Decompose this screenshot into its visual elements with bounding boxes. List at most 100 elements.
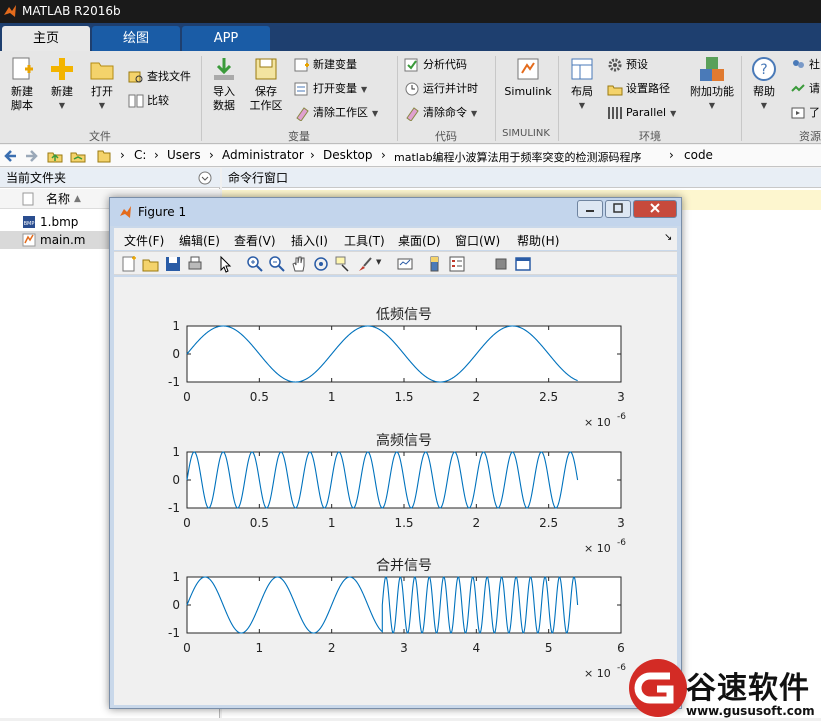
y-tick-label: 0 (172, 347, 180, 361)
matlab-logo-icon (4, 5, 16, 17)
rotate-3d-icon[interactable] (312, 255, 330, 273)
open-variable-label: 打开变量 (313, 82, 357, 95)
simulink-button[interactable]: Simulink (500, 55, 556, 99)
new-variable-button[interactable]: 新建变量 (294, 55, 357, 75)
open-variable-button[interactable]: 打开变量 ▼ (294, 79, 367, 99)
run-and-time-button[interactable]: 运行并计时 (404, 79, 478, 99)
compare-button[interactable]: 比较 (128, 91, 169, 111)
find-files-button[interactable]: 查找文件 (128, 67, 191, 87)
brush-icon[interactable] (356, 255, 374, 273)
layout-button[interactable]: 布局 ▼ (562, 55, 602, 113)
add-ons-button[interactable]: 附加功能 ▼ (686, 55, 738, 113)
new-script-button[interactable]: 新建 脚本 (2, 55, 42, 113)
x-exponent-power: -6 (617, 412, 626, 422)
menu-file[interactable]: 文件(F) (124, 232, 164, 249)
plot-title: 低频信号 (376, 307, 432, 323)
back-arrow-icon[interactable] (4, 149, 18, 163)
menu-view[interactable]: 查看(V) (234, 232, 276, 249)
breadcrumb-separator: › (310, 148, 315, 162)
menu-edit[interactable]: 编辑(E) (179, 232, 220, 249)
minimize-button[interactable] (577, 200, 603, 218)
print-icon[interactable] (186, 255, 204, 273)
y-tick-label: 0 (172, 598, 180, 612)
tab-home[interactable]: 主页 (2, 26, 90, 51)
show-plot-tools-icon[interactable] (514, 255, 532, 273)
analyze-code-button[interactable]: 分析代码 (404, 55, 467, 75)
breadcrumb-drive[interactable]: C: (134, 148, 146, 162)
name-column-label: 名称 (46, 192, 71, 206)
x-tick-label: 0 (183, 516, 191, 530)
breadcrumb-desktop[interactable]: Desktop (323, 148, 373, 162)
request-support-button[interactable]: 请 (790, 79, 820, 99)
plus-icon (51, 58, 73, 80)
help-icon: ? (752, 57, 776, 81)
y-tick-label: 1 (172, 319, 180, 333)
set-path-button[interactable]: 设置路径 (607, 79, 670, 99)
zoom-in-icon[interactable] (246, 255, 264, 273)
breadcrumb-separator: › (381, 148, 386, 162)
help-button[interactable]: ? 帮助 ▼ (744, 55, 784, 113)
menu-dock-arrow-icon[interactable]: ↘ (664, 232, 672, 243)
tab-apps[interactable]: APP (182, 26, 270, 51)
breadcrumb-users[interactable]: Users (167, 148, 201, 162)
browse-folder-icon[interactable] (70, 148, 86, 164)
open-file-icon[interactable] (142, 255, 160, 273)
menu-help[interactable]: 帮助(H) (517, 232, 559, 249)
chevron-down-icon: ▼ (578, 101, 586, 110)
tab-plots[interactable]: 绘图 (92, 26, 180, 51)
chevron-down-icon: ▼ (708, 101, 716, 110)
x-tick-label: 0.5 (250, 390, 269, 404)
simulink-label: Simulink (504, 85, 552, 98)
open-button[interactable]: 打开 ▼ (82, 55, 122, 113)
link-plot-icon[interactable] (396, 255, 414, 273)
x-tick-label: 1 (256, 641, 264, 655)
community-button[interactable]: 社 (790, 55, 820, 75)
forward-arrow-icon[interactable] (24, 149, 38, 163)
zoom-out-icon[interactable] (268, 255, 286, 273)
breadcrumb-separator: › (669, 148, 674, 162)
file-name: main.m (40, 233, 86, 247)
preferences-button[interactable]: 预设 (607, 55, 648, 75)
hide-plot-tools-icon[interactable] (492, 255, 510, 273)
brush-dropdown-icon[interactable]: ▼ (376, 258, 381, 266)
colorbar-icon[interactable] (426, 255, 444, 273)
import-data-button[interactable]: 导入 数据 (204, 55, 244, 113)
breadcrumb-project-folder[interactable]: matlab编程小波算法用于频率突变的检测源码程序 (394, 149, 642, 165)
m-file-icon (22, 233, 36, 247)
legend-icon[interactable] (448, 255, 466, 273)
menu-desktop[interactable]: 桌面(D) (398, 232, 441, 249)
up-folder-icon[interactable] (47, 148, 63, 164)
new-button[interactable]: 新建 ▼ (42, 55, 82, 113)
x-tick-label: 4 (473, 641, 481, 655)
parallel-button[interactable]: Parallel ▼ (607, 103, 676, 123)
chevron-down-icon: ▼ (471, 109, 478, 118)
save-icon[interactable] (164, 255, 182, 273)
maximize-button[interactable] (605, 200, 631, 218)
x-exponent-label: × 10 (584, 416, 611, 429)
data-cursor-icon[interactable] (334, 255, 352, 273)
help-label: 帮助 (753, 85, 775, 98)
breadcrumb-code[interactable]: code (684, 148, 713, 162)
menu-insert[interactable]: 插入(I) (291, 232, 328, 249)
breadcrumb-administrator[interactable]: Administrator (222, 148, 304, 162)
new-figure-icon[interactable] (120, 255, 138, 273)
svg-text:BMP: BMP (24, 221, 35, 227)
clear-workspace-button[interactable]: 清除工作区 ▼ (294, 103, 378, 123)
pan-hand-icon[interactable] (290, 255, 308, 273)
y-tick-label: 0 (172, 473, 180, 487)
pointer-icon[interactable] (216, 255, 234, 273)
save-workspace-button[interactable]: 保存 工作区 (244, 55, 288, 113)
panel-actions-icon[interactable] (198, 171, 212, 185)
menu-tools[interactable]: 工具(T) (344, 232, 385, 249)
close-button[interactable] (633, 200, 677, 218)
menu-window[interactable]: 窗口(W) (455, 232, 500, 249)
x-tick-label: 2 (328, 641, 336, 655)
group-label-code: 代码 (435, 130, 457, 143)
figure-canvas[interactable]: 低频信号 0 0.5 1 1.5 2 2.5 3 1 0 -1 × 10 -6 高频信号 0 0.5 1 1.5 2… (114, 277, 677, 705)
clear-commands-button[interactable]: 清除命令 ▼ (404, 103, 477, 123)
x-tick-label: 0.5 (250, 516, 269, 530)
breadcrumb-separator: › (154, 148, 159, 162)
learn-matlab-button[interactable]: 了 (790, 103, 820, 123)
x-tick-label: 2 (473, 390, 481, 404)
layout-icon (571, 58, 593, 80)
